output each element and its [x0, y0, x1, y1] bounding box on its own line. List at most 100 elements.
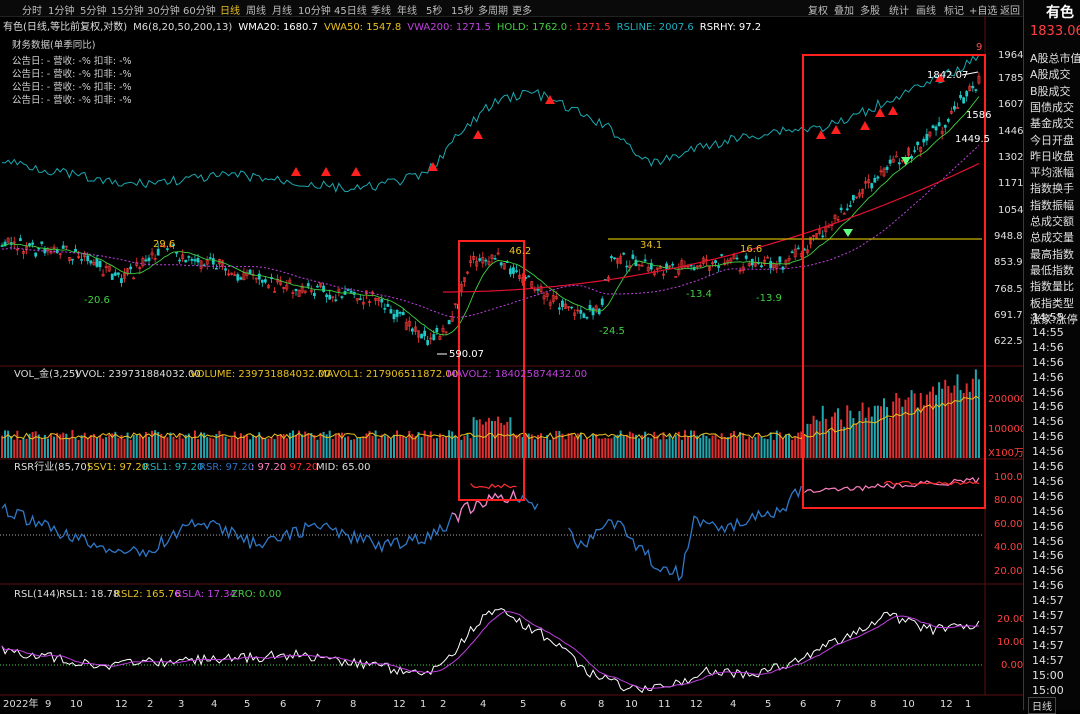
price-tick: 853.9: [994, 257, 1023, 268]
mavol2-value: MAVOL2: 184025874432.00: [447, 369, 587, 380]
tick-time: 14:57: [1032, 638, 1064, 652]
quote-item: 总成交额: [1030, 215, 1074, 228]
level-label: 1449.5: [955, 134, 990, 145]
price-axis: 1964 1785 1607 1446 1302 1171 1054 948.8…: [994, 50, 1023, 347]
quote-item: 昨日收盘: [1030, 149, 1074, 163]
volume-legend: VOL_金(3,25) VVOL: 239731884032.00 VOLUME…: [14, 367, 587, 380]
rsr-name: RSR行业(85,70): [14, 460, 91, 473]
date-tick: 9: [45, 699, 51, 710]
tick-time: 14:56: [1032, 355, 1064, 369]
price-tick: 1171: [998, 178, 1023, 189]
tick-time: 14:56: [1032, 474, 1064, 488]
rsl-panel: [0, 608, 982, 694]
mavol1-value: MAVOL1: 217906511872.00: [318, 369, 458, 380]
peak-label: 34.1: [640, 240, 662, 251]
bottom-tab-daily[interactable]: 日线: [1028, 697, 1056, 714]
tick-time: 14:56: [1032, 564, 1064, 578]
date-tick: 6: [560, 699, 566, 710]
quote-item: 国债成交: [1030, 100, 1074, 114]
rsr-tick: 40.00: [994, 542, 1023, 553]
rsl-tick: 0.00: [1001, 660, 1023, 671]
trough-label: -13.4: [686, 289, 712, 300]
top-mark-label: 9: [976, 42, 982, 53]
price-tick: 948.8: [994, 231, 1023, 242]
date-tick: 11: [658, 699, 671, 710]
price-tick: 1302: [998, 152, 1023, 163]
tick-time: 14:56: [1032, 534, 1064, 548]
tick-time: 14:56: [1032, 445, 1064, 459]
tick-time: 14:56: [1032, 415, 1064, 429]
stock-chart-canvas[interactable]: 1842.07 590.07 29.6 46.2 34.1 16.6 -20.6…: [0, 0, 1023, 710]
date-tick: 12: [940, 699, 953, 710]
quote-item: 指数量比: [1030, 280, 1074, 294]
level-label: 1586: [966, 110, 991, 121]
tick-time: 14:55: [1032, 325, 1064, 339]
rsl-name: RSL(144): [14, 589, 60, 600]
trough-label: -13.9: [756, 293, 782, 304]
rsl2-value: RSL2: 165.76: [114, 589, 181, 600]
tick-time: 14:56: [1032, 489, 1064, 503]
quote-item: 最低指数: [1030, 263, 1074, 277]
peak-label: 16.6: [740, 244, 762, 255]
tick-time: 14:56: [1032, 340, 1064, 354]
date-tick: 4: [480, 699, 486, 710]
trough-label: -24.5: [599, 326, 625, 337]
extra2-value: : 97.20: [283, 462, 318, 473]
date-tick: 1: [965, 699, 971, 710]
peak-label: 29.6: [153, 239, 175, 250]
volume-unit: X100万: [988, 448, 1023, 459]
rsl-legend: RSL(144) RSL1: 18.78 RSL2: 165.76 RSLA: …: [14, 589, 281, 600]
rsla-value: RSLA: 17.34: [175, 589, 236, 600]
tick-time: 14:56: [1032, 579, 1064, 593]
rsl1-value: RSL1: 18.78: [59, 589, 119, 600]
tick-time: 14:56: [1032, 460, 1064, 473]
date-tick: 10: [625, 699, 638, 710]
tick-time: 14:56: [1032, 385, 1064, 399]
date-tick: 5: [765, 699, 771, 710]
quote-item: 基金成交: [1030, 117, 1074, 131]
volume-value: VOLUME: 239731884032.00: [190, 369, 331, 380]
rsr-legend: RSR行业(85,70) SSV1: 97.20 RSL1: 97.20 RSR…: [14, 460, 370, 473]
quote-item: 板指类型: [1030, 296, 1074, 310]
price-tick: 768.5: [994, 284, 1023, 295]
date-tick: 10: [70, 699, 83, 710]
high-annotation: 1842.07: [927, 70, 968, 81]
rsr-tick: 100.00: [994, 472, 1023, 483]
date-tick: 7: [835, 699, 841, 710]
date-tick: 6: [280, 699, 286, 710]
date-tick: 5: [244, 699, 250, 710]
tick-time: 14:57: [1032, 653, 1064, 667]
rsr-tick: 60.00: [994, 519, 1023, 530]
date-tick: 2: [147, 699, 153, 710]
quote-item: 指数换手: [1030, 182, 1074, 196]
tick-time: 14:57: [1032, 594, 1064, 608]
volume-tick: 100000: [988, 424, 1023, 435]
tick-time: 14:56: [1032, 430, 1064, 444]
rsl-axis: 20.00 10.00 0.00: [997, 614, 1023, 671]
current-price: 1833.06: [1030, 24, 1080, 39]
date-tick: 4: [211, 699, 217, 710]
date-tick: 6: [800, 699, 806, 710]
date-tick: 2: [440, 699, 446, 710]
date-tick: 12: [393, 699, 406, 710]
quote-item: 今日开盘: [1030, 133, 1074, 147]
tick-time: 14:55: [1032, 311, 1064, 324]
tick-time: 14:56: [1032, 519, 1064, 533]
quote-item: B股成交: [1030, 84, 1071, 98]
quote-item: 总成交量: [1030, 231, 1074, 245]
date-tick: 5: [520, 699, 526, 710]
rsl-tick: 10.00: [997, 637, 1023, 648]
tick-time: 14:57: [1032, 609, 1064, 622]
quote-item: A股成交: [1030, 68, 1071, 82]
tick-time: 15:00: [1032, 668, 1064, 682]
volume-name: VOL_金(3,25): [14, 367, 79, 380]
tick-time: 15:00: [1032, 683, 1064, 697]
rsr-tick: 80.00: [994, 495, 1023, 506]
price-tick: 1607: [998, 99, 1023, 110]
vvol-value: VVOL: 239731884032.00: [75, 369, 201, 380]
quote-item: 最高指数: [1030, 247, 1074, 261]
price-panel: [0, 54, 981, 347]
quote-item: A股总市值: [1030, 52, 1080, 65]
date-tick: 7: [315, 699, 321, 710]
rsr-panel: [0, 476, 982, 582]
